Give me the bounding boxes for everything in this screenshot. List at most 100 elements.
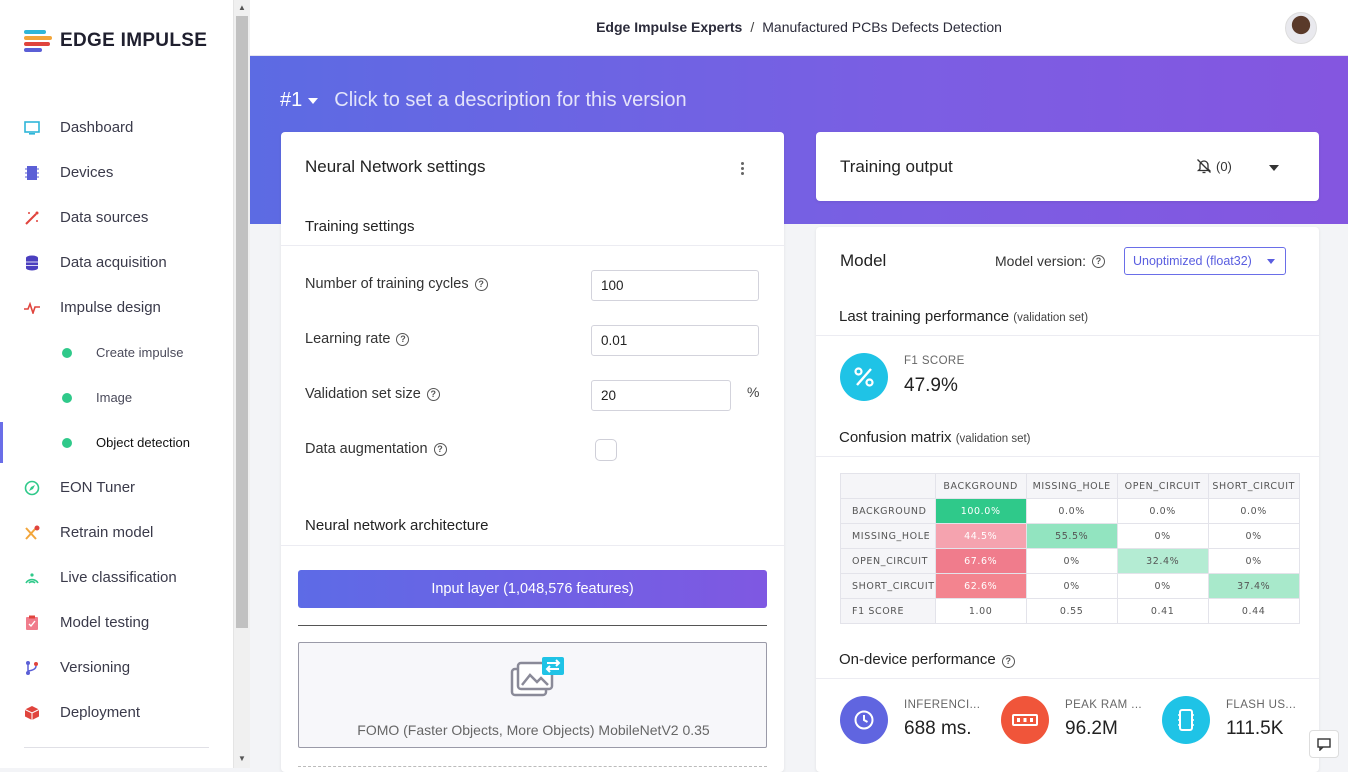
sidebar-item-label: EON Tuner (60, 479, 136, 496)
inference-label: INFERENCI... (904, 699, 981, 711)
sidebar-item-model-testing[interactable]: Model testing (0, 600, 233, 645)
version-description[interactable]: Click to set a description for this vers… (334, 89, 686, 112)
f1-score-label: F1 SCORE (904, 355, 965, 367)
sidebar-item-versioning[interactable]: Versioning (0, 645, 233, 690)
sidebar-scrollbar[interactable]: ▲ ▼ (233, 0, 250, 768)
notification-toggle[interactable]: (0) (1196, 158, 1232, 174)
scroll-down-icon[interactable]: ▼ (238, 754, 246, 763)
help-icon[interactable]: ? (1001, 654, 1015, 668)
sidebar-item-impulse-design[interactable]: Impulse design (0, 285, 233, 330)
f1-score-value: 47.9% (904, 375, 958, 396)
sidebar: EDGE IMPULSE Dashboard Devices Data sour… (0, 0, 233, 768)
nn-settings-card: Neural Network settings Training setting… (281, 132, 784, 772)
sidebar-item-label: Impulse design (60, 299, 161, 316)
breadcrumb: Edge Impulse Experts / Manufactured PCBs D… (250, 19, 1348, 35)
help-icon[interactable]: ? (433, 442, 447, 456)
sidebar-item-label: Create impulse (96, 345, 184, 360)
nn-settings-title: Neural Network settings (305, 157, 486, 176)
fomo-block[interactable]: FOMO (Faster Objects, More Objects) Mobi… (298, 642, 767, 748)
table-cell: 37.4% (1207, 573, 1300, 599)
live-icon (24, 570, 40, 586)
model-title: Model (840, 251, 887, 270)
help-icon[interactable]: ? (1092, 254, 1106, 268)
model-version-select[interactable]: Unoptimized (float32) (1124, 247, 1286, 275)
inference-value: 688 ms. (904, 718, 972, 739)
training-cycles-input[interactable]: 100 (591, 270, 759, 301)
sidebar-item-label: Live classification (60, 569, 177, 586)
breadcrumb-org[interactable]: Edge Impulse Experts (596, 19, 742, 35)
table-cell: 0.0% (1116, 498, 1209, 524)
table-row: OPEN_CIRCUIT 67.6% 0% 32.4% 0% (840, 548, 1300, 574)
validation-size-input[interactable]: 20 (591, 380, 731, 411)
help-icon[interactable]: ? (396, 332, 410, 346)
sidebar-item-devices[interactable]: Devices (0, 150, 233, 195)
more-options-icon[interactable] (741, 162, 745, 177)
table-cell: 0.0% (1207, 498, 1300, 524)
sidebar-item-eon-tuner[interactable]: EON Tuner (0, 465, 233, 510)
table-cell: 0% (1116, 573, 1209, 599)
expand-chevron-icon[interactable] (1269, 165, 1279, 171)
chip-icon (24, 165, 40, 181)
input-layer-block[interactable]: Input layer (1,048,576 features) (298, 570, 767, 608)
peak-ram-label: PEAK RAM ... (1065, 699, 1143, 711)
confusion-matrix-title: Confusion matrix (validation set) (839, 429, 1031, 446)
sidebar-item-deployment[interactable]: Deployment (0, 690, 233, 735)
sidebar-item-retrain-model[interactable]: Retrain model (0, 510, 233, 555)
feedback-button[interactable] (1309, 730, 1339, 758)
divider (281, 245, 784, 246)
help-icon[interactable]: ? (474, 277, 488, 291)
sidebar-item-label: Deployment (60, 704, 141, 721)
table-cell: 0% (1207, 548, 1300, 574)
ram-icon (1001, 696, 1049, 744)
scroll-up-icon[interactable]: ▲ (238, 3, 246, 12)
sidebar-item-create-impulse[interactable]: Create impulse (0, 330, 233, 375)
version-dropdown-icon[interactable] (308, 97, 319, 104)
label-text: Learning rate (305, 331, 391, 347)
section-note: (validation set) (955, 433, 1031, 445)
breadcrumb-project[interactable]: Manufactured PCBs Defects Detection (762, 19, 1002, 35)
data-augmentation-checkbox[interactable] (595, 439, 617, 461)
divider (816, 335, 1319, 336)
model-card: Model Model version:? Unoptimized (float… (816, 227, 1319, 772)
section-title-text: Last training performance (839, 308, 1010, 325)
sidebar-item-label: Devices (60, 164, 114, 181)
training-output-title: Training output (840, 157, 953, 176)
sidebar-item-object-detection[interactable]: Object detection (0, 420, 233, 465)
edge-impulse-logo[interactable]: EDGE IMPULSE (24, 30, 207, 52)
table-cell: 0.41 (1116, 598, 1209, 624)
table-cell: 100.0% (934, 498, 1027, 524)
peak-ram-value: 96.2M (1065, 718, 1118, 739)
help-icon[interactable]: ? (426, 387, 440, 401)
clipboard-icon (24, 615, 40, 631)
table-row: BACKGROUND 100.0% 0.0% 0.0% 0.0% (840, 498, 1300, 524)
version-number[interactable]: #1 (280, 89, 302, 112)
status-dot-icon (62, 392, 72, 403)
label-text: Model version: (995, 253, 1087, 269)
flash-usage-label: FLASH US... (1226, 699, 1297, 711)
sidebar-item-image[interactable]: Image (0, 375, 233, 420)
avatar[interactable] (1285, 12, 1317, 44)
divider (816, 678, 1319, 679)
top-bar: Edge Impulse Experts / Manufactured PCBs D… (250, 0, 1348, 56)
bell-off-icon (1196, 159, 1212, 174)
box-icon (24, 705, 40, 721)
row-header: OPEN_CIRCUIT (840, 548, 936, 574)
sidebar-item-label: Dashboard (60, 119, 134, 136)
sidebar-item-dashboard[interactable]: Dashboard (0, 105, 233, 150)
learning-rate-label: Learning rate? (305, 331, 410, 347)
sidebar-item-live-classification[interactable]: Live classification (0, 555, 233, 600)
status-dot-icon (62, 437, 72, 448)
learning-rate-input[interactable]: 0.01 (591, 325, 759, 356)
sidebar-nav: Dashboard Devices Data sources Data acqu… (0, 105, 233, 735)
retrain-icon (24, 525, 40, 541)
add-layer-placeholder[interactable] (298, 766, 767, 767)
scrollbar-thumb[interactable] (236, 16, 248, 628)
table-cell: 55.5% (1025, 523, 1118, 549)
flash-memory-icon (1162, 696, 1210, 744)
row-header: F1 SCORE (840, 598, 936, 624)
row-header: BACKGROUND (840, 498, 936, 524)
sidebar-item-label: Versioning (60, 659, 131, 676)
sidebar-item-data-acquisition[interactable]: Data acquisition (0, 240, 233, 285)
table-cell: 0.55 (1025, 598, 1118, 624)
sidebar-item-data-sources[interactable]: Data sources (0, 195, 233, 240)
